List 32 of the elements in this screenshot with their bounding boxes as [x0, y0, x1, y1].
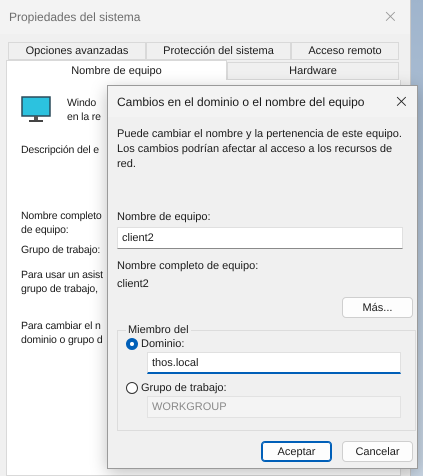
intro-text: Windo	[67, 96, 98, 110]
description-text: Puede cambiar el nombre y la pertenencia de este equipo. Los cambios podrían afectar al acceso a los recursos de red.	[117, 127, 403, 172]
dialog-title: Cambios en el dominio o el nombre del equipo	[117, 94, 364, 108]
group-legend: Miembro del	[126, 324, 191, 336]
intro-text: en la re	[67, 110, 101, 124]
wizard-text: Para usar un asist	[21, 268, 103, 282]
tab[interactable]: Nombre de equipo	[6, 60, 227, 80]
more-button[interactable]: Más...	[342, 297, 413, 318]
monitor-icon	[21, 96, 51, 124]
workgroup-label: Grupo de trabajo:	[21, 243, 100, 257]
full-name-label: de equipo:	[21, 223, 70, 237]
full-name-label: Nombre completo de equipo:	[117, 259, 258, 273]
tab[interactable]: Opciones avanzadas	[8, 42, 146, 60]
radio-button[interactable]	[126, 338, 138, 350]
full-name-value: client2	[117, 277, 149, 291]
change-text: dominio o grupo d	[21, 333, 103, 347]
radio-label: Dominio:	[141, 338, 184, 350]
close-button[interactable]: ×	[392, 92, 411, 110]
description-label: Descripción del e	[21, 143, 99, 157]
accept-button[interactable]: Aceptar	[261, 441, 332, 462]
tab[interactable]: Hardware	[227, 62, 399, 80]
computer-name-field[interactable]: client2	[117, 227, 403, 249]
full-name-label: Nombre completo	[21, 209, 102, 223]
wizard-text: grupo de trabajo,	[21, 282, 99, 296]
tab[interactable]: Protección del sistema	[146, 42, 291, 60]
change-text: Para cambiar el n	[21, 319, 102, 333]
domain-field[interactable]: thos.local	[147, 352, 401, 374]
cancel-button[interactable]: Cancelar	[342, 441, 413, 462]
tab[interactable]: Acceso remoto	[291, 42, 399, 60]
radio-label: Grupo de trabajo:	[141, 382, 227, 394]
computer-name-label: Nombre de equipo:	[117, 210, 211, 224]
window-title: Propiedades del sistema	[9, 10, 140, 24]
